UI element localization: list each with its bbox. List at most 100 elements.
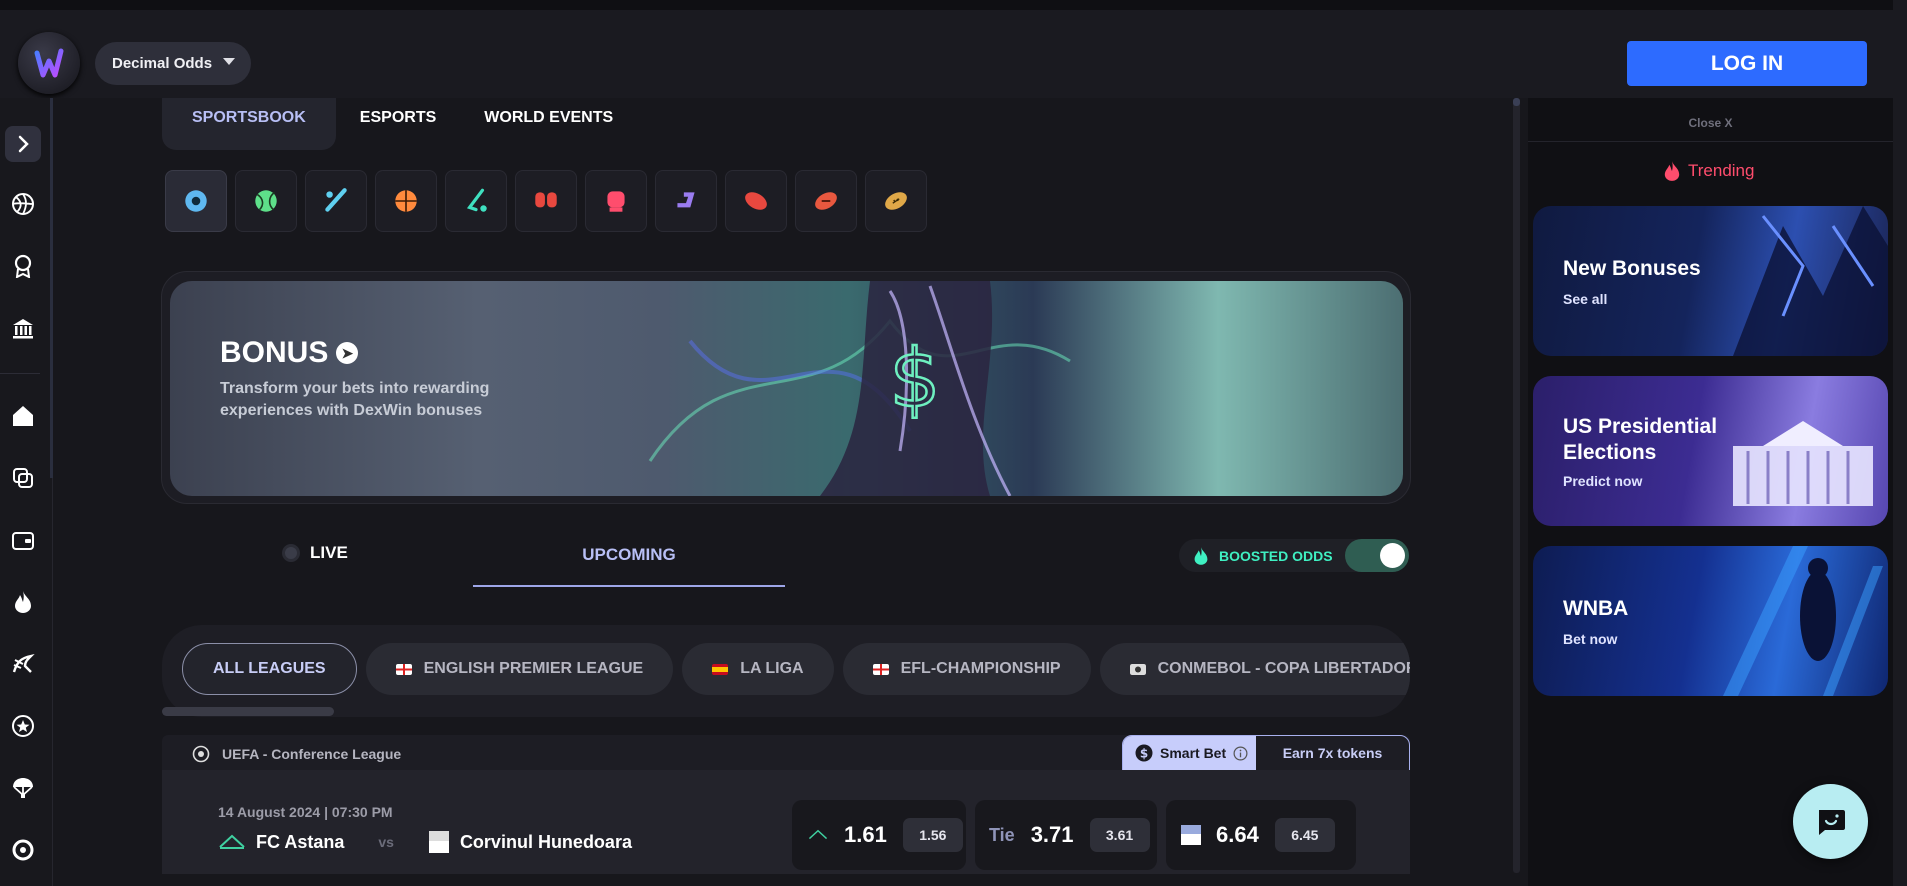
sidebar-item-copy[interactable] <box>5 460 41 496</box>
horse-racing-icon <box>12 654 35 673</box>
sidebar-item-support[interactable] <box>5 832 41 868</box>
sport-filter-cricket[interactable] <box>305 170 367 232</box>
promo-link[interactable]: Bet now <box>1563 631 1617 647</box>
soccer-icon <box>185 190 207 212</box>
sport-filter-tennis[interactable] <box>235 170 297 232</box>
promo-link[interactable]: Predict now <box>1563 473 1642 489</box>
sidebar-item-rewards[interactable] <box>5 248 41 284</box>
top-bar: Decimal Odds LOG IN <box>0 0 1907 98</box>
main-scrollbar[interactable] <box>1513 98 1520 873</box>
hockey-icon <box>466 188 487 212</box>
close-panel-button[interactable]: Close X <box>1528 98 1893 142</box>
scrollbar-thumb[interactable] <box>1513 98 1520 106</box>
england-flag-icon <box>872 663 889 675</box>
chat-bubble-icon <box>1818 809 1845 835</box>
match-date: 14 August 2024 | 07:30 PM <box>218 804 393 820</box>
odds-tie[interactable]: Tie 3.71 3.61 <box>975 800 1157 870</box>
fire-icon <box>1664 161 1680 181</box>
promo-us-elections[interactable]: US Presidential Elections Predict now <box>1533 376 1888 526</box>
sidebar-item-favorites[interactable] <box>5 708 41 744</box>
tab-sportsbook[interactable]: SPORTSBOOK <box>162 98 336 150</box>
sport-filter-esports[interactable] <box>655 170 717 232</box>
banner-subtitle: Transform your bets into rewarding exper… <box>220 380 490 419</box>
odds-format-select[interactable]: Decimal Odds <box>95 42 251 85</box>
boosted-odds-switch[interactable] <box>1345 539 1409 572</box>
fire-icon <box>15 591 31 613</box>
live-tab[interactable]: LIVE <box>282 543 348 563</box>
rugby-icon <box>745 192 767 210</box>
odds-away[interactable]: 6.64 6.45 <box>1166 800 1356 870</box>
sport-filter-hockey[interactable] <box>445 170 507 232</box>
sport-filter-american-football[interactable] <box>865 170 927 232</box>
upcoming-tab[interactable]: UPCOMING <box>473 530 785 587</box>
earn-tokens: Earn 7x tokens <box>1282 745 1383 761</box>
bonus-banner[interactable]: $ BONUS ➤ Transform your bets into rewar… <box>170 281 1403 496</box>
smart-bet-text: Smart Bet <box>1160 745 1227 761</box>
odds-previous: 1.56 <box>902 818 963 852</box>
fc-astana-logo <box>808 829 828 840</box>
circle-arrow-icon <box>12 839 34 861</box>
tab-world-events[interactable]: WORLD EVENTS <box>460 98 637 150</box>
league-efl-championship[interactable]: EFL-CHAMPIONSHIP <box>842 643 1091 695</box>
promo-new-bonuses[interactable]: New Bonuses See all <box>1533 206 1888 356</box>
broken-image-icon <box>428 831 449 853</box>
sidebar-item-racing[interactable] <box>5 646 41 682</box>
trending-label: Trending <box>1688 161 1755 180</box>
basketball-icon <box>395 190 417 212</box>
sport-filter-rugby[interactable] <box>725 170 787 232</box>
wallet-icon <box>12 532 34 550</box>
league-label: CONMEBOL - COPA LIBERTADORES <box>1157 660 1410 677</box>
competition: UEFA - Conference League <box>192 745 401 763</box>
info-icon[interactable] <box>1233 746 1248 761</box>
sport-filter-boxing-gloves[interactable] <box>515 170 577 232</box>
odds-format-value: Decimal Odds <box>112 55 213 72</box>
odds-previous: 3.61 <box>1089 818 1150 852</box>
league-scrollbar[interactable] <box>162 707 334 716</box>
arrow-right-icon: ➤ <box>336 342 359 364</box>
sport-filter-soccer[interactable] <box>165 170 227 232</box>
sidebar-item-trending[interactable] <box>5 584 41 620</box>
window-scrollbar[interactable] <box>1893 0 1907 886</box>
chat-support-button[interactable] <box>1793 784 1868 859</box>
tab-esports[interactable]: ESPORTS <box>336 98 460 150</box>
mma-glove-icon <box>607 191 625 212</box>
home-team[interactable]: FC Astana <box>256 832 344 853</box>
sport-filter-mma-glove[interactable] <box>585 170 647 232</box>
smart-bet-banner[interactable]: $ Smart Bet Earn 7x tokens <box>1122 735 1410 771</box>
fire-icon <box>1194 546 1208 565</box>
match-teams: FC Astana vs Corvinul Hunedoara <box>218 830 632 854</box>
sport-filter-basketball[interactable] <box>375 170 437 232</box>
league-copa-libertadores[interactable]: CONMEBOL - COPA LIBERTADORES <box>1099 643 1410 695</box>
sport-filter-football[interactable] <box>795 170 857 232</box>
sidebar-item-wallet[interactable] <box>5 522 41 558</box>
promo-link[interactable]: See all <box>1563 291 1607 307</box>
dollar-coin-icon: $ <box>1135 744 1153 762</box>
expand-sidebar-button[interactable] <box>5 126 41 162</box>
sidebar-item-home[interactable] <box>5 398 41 434</box>
odds-home[interactable]: 1.61 1.56 <box>792 800 966 870</box>
w-logo-icon <box>34 48 64 78</box>
competition-name: UEFA - Conference League <box>222 746 402 762</box>
away-team[interactable]: Corvinul Hunedoara <box>460 832 632 853</box>
sidebar-item-airdrop[interactable] <box>5 770 41 806</box>
login-button[interactable]: LOG IN <box>1627 41 1867 86</box>
league-all[interactable]: ALL LEAGUES <box>182 643 357 695</box>
soccer-ball-icon <box>192 745 210 763</box>
league-list: ALL LEAGUES ENGLISH PREMIER LEAGUE LA LI… <box>182 643 1410 695</box>
sidebar-item-sports[interactable] <box>5 186 41 222</box>
boosted-odds-toggle[interactable]: BOOSTED ODDS <box>1179 539 1409 572</box>
chevron-right-icon <box>18 135 29 153</box>
dexwin-logo[interactable] <box>18 32 80 94</box>
odds-label: Tie <box>989 824 1015 845</box>
sidebar-item-bank[interactable] <box>5 310 41 346</box>
bank-icon <box>13 319 33 339</box>
league-epl[interactable]: ENGLISH PREMIER LEAGUE <box>365 643 674 695</box>
svg-text:$: $ <box>1140 747 1148 761</box>
promo-wnba[interactable]: WNBA Bet now <box>1533 546 1888 696</box>
league-la-liga[interactable]: LA LIGA <box>682 643 834 695</box>
promo-title: US Presidential Elections <box>1563 415 1718 464</box>
switch-knob <box>1380 543 1405 568</box>
match-card[interactable]: 14 August 2024 | 07:30 PM FC Astana vs C… <box>162 770 1410 874</box>
broken-image-icon <box>1181 825 1201 845</box>
live-dot-icon <box>282 544 300 562</box>
